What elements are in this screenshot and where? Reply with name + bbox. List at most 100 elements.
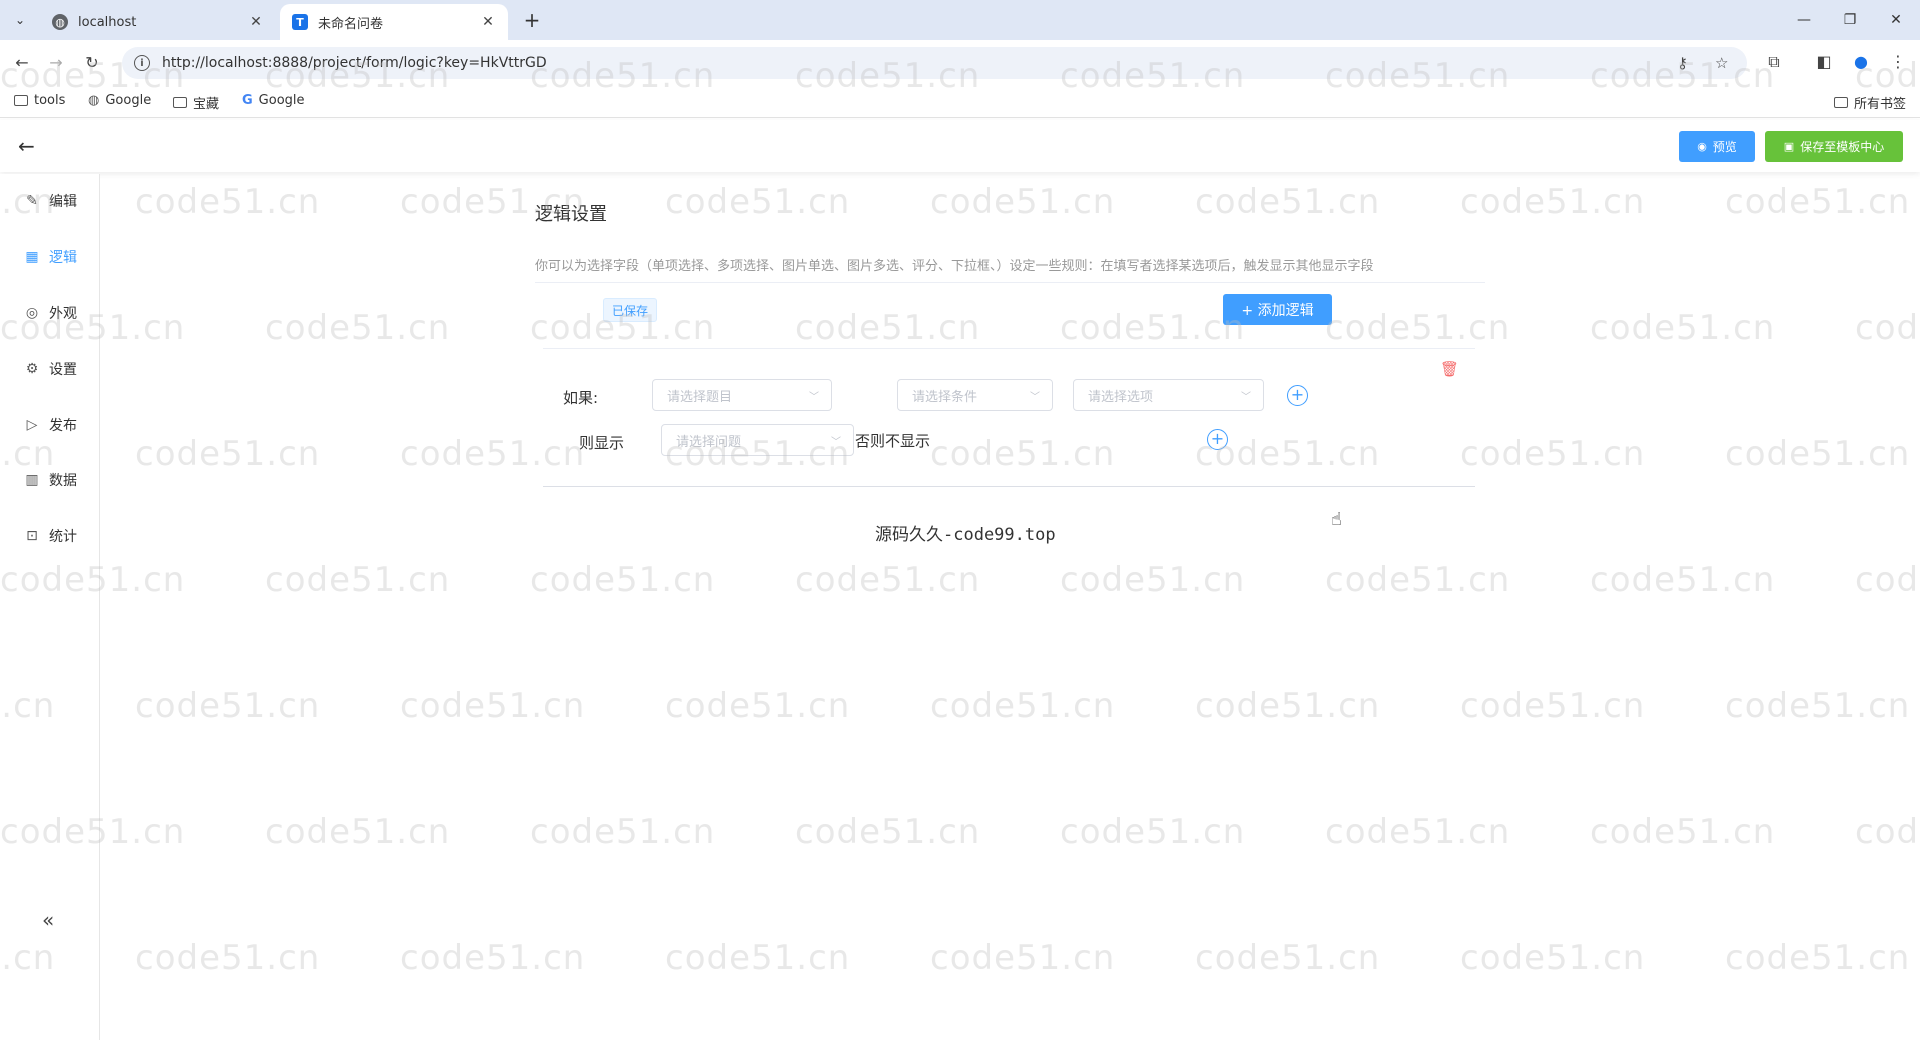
condition-select[interactable]: 请选择条件 ﹀ bbox=[897, 379, 1053, 411]
folder-icon bbox=[173, 97, 187, 108]
watermark-text: code51.cn bbox=[135, 686, 321, 726]
play-icon: ▷ bbox=[26, 417, 38, 433]
watermark-text: code51.cn bbox=[1590, 812, 1776, 852]
sidebar-item-data[interactable]: ▥ 数据 bbox=[24, 470, 77, 490]
new-tab-icon[interactable]: + bbox=[520, 8, 544, 32]
folder-icon bbox=[1834, 97, 1848, 108]
back-icon[interactable]: ← bbox=[10, 50, 34, 74]
hand-cursor-icon: ☝ bbox=[1331, 509, 1342, 530]
watermark-text: code51.cn bbox=[1060, 812, 1246, 852]
bookmark-treasure[interactable]: 宝藏 bbox=[173, 93, 219, 112]
watermark-text: code51.cn bbox=[1590, 560, 1776, 600]
watermark-text: code51.cn bbox=[1855, 308, 1920, 348]
watermark-text: code51.cn bbox=[930, 686, 1116, 726]
reload-icon[interactable]: ↻ bbox=[80, 50, 104, 74]
question-select[interactable]: 请选择题目 ﹀ bbox=[652, 379, 832, 411]
watermark-text: code51.cn bbox=[1060, 308, 1246, 348]
browser-tab-bar: ⌄ ◍ localhost ✕ T 未命名问卷 ✕ + — ❐ ✕ bbox=[0, 0, 1920, 40]
browser-tab-form[interactable]: T 未命名问卷 ✕ bbox=[280, 4, 508, 40]
globe-icon: ◍ bbox=[52, 14, 68, 30]
stats-icon: ⊡ bbox=[26, 528, 38, 544]
chevron-down-icon: ﹀ bbox=[831, 437, 841, 448]
folder-icon bbox=[14, 95, 28, 106]
address-bar[interactable]: i http://localhost:8888/project/form/log… bbox=[122, 47, 1747, 79]
form-favicon-icon: T bbox=[292, 14, 308, 30]
add-logic-button[interactable]: + 添加逻辑 bbox=[1223, 294, 1332, 325]
delete-rule-icon[interactable]: 🗑 bbox=[1440, 360, 1459, 378]
bookmark-google[interactable]: ◍ Google bbox=[88, 93, 151, 108]
watermark-text: code51.cn bbox=[1460, 938, 1646, 978]
extensions-icon[interactable]: ⧉ bbox=[1763, 52, 1785, 72]
sidebar-item-settings[interactable]: ⚙ 设置 bbox=[24, 359, 77, 379]
eye-icon: ◉ bbox=[1697, 140, 1707, 153]
grid-icon: ▦ bbox=[25, 249, 39, 265]
add-condition-icon[interactable]: + bbox=[1287, 385, 1308, 406]
watermark-text: code51.cn bbox=[1460, 434, 1646, 474]
all-bookmarks[interactable]: 所有书签 bbox=[1834, 93, 1906, 112]
watermark-text: code51.cn bbox=[795, 812, 981, 852]
back-arrow-icon[interactable]: ← bbox=[18, 134, 35, 158]
else-hide-label: 否则不显示 bbox=[855, 432, 931, 450]
bookmark-tools[interactable]: tools bbox=[14, 93, 65, 108]
watermark-text: code51.cn bbox=[530, 560, 716, 600]
menu-kebab-icon[interactable]: ⋮ bbox=[1887, 52, 1909, 71]
preview-button[interactable]: ◉ 预览 bbox=[1679, 131, 1755, 162]
collapse-sidebar-icon[interactable]: « bbox=[42, 908, 54, 932]
then-show-label: 则显示 bbox=[579, 434, 625, 452]
site-info-icon[interactable]: i bbox=[134, 55, 150, 71]
browser-tab-localhost[interactable]: ◍ localhost ✕ bbox=[40, 4, 276, 40]
minimize-icon[interactable]: — bbox=[1781, 0, 1827, 40]
watermark-text: code51.cn bbox=[1195, 938, 1381, 978]
watermark-text: code51.cn bbox=[135, 434, 321, 474]
logic-description: 你可以为选择字段（单项选择、多项选择、图片单选、图片多选、评分、下拉框、）设定一… bbox=[535, 259, 1374, 274]
password-key-icon[interactable]: ⚷ bbox=[1677, 54, 1688, 72]
sidebar-item-appearance[interactable]: ◎ 外观 bbox=[24, 303, 77, 323]
forward-icon[interactable]: → bbox=[44, 50, 68, 74]
tab-search-chevron-icon[interactable]: ⌄ bbox=[8, 8, 32, 32]
sidebar-item-edit[interactable]: ✎ 编辑 bbox=[24, 191, 77, 211]
sidebar-item-stats[interactable]: ⊡ 统计 bbox=[24, 526, 77, 546]
if-label: 如果: bbox=[563, 389, 599, 407]
restore-icon[interactable]: ❐ bbox=[1827, 0, 1873, 40]
page-title: 逻辑设置 bbox=[535, 204, 607, 225]
sidebar-item-logic[interactable]: ▦ 逻辑 bbox=[24, 247, 77, 267]
watermark-text: code51.cn bbox=[930, 938, 1116, 978]
show-question-select[interactable]: 请选择问题 ﹀ bbox=[661, 424, 854, 456]
side-panel-icon[interactable]: ◧ bbox=[1813, 52, 1835, 71]
tab-title: 未命名问卷 bbox=[318, 16, 384, 32]
bookmark-google-2[interactable]: G Google bbox=[242, 93, 305, 108]
close-tab-icon[interactable]: ✕ bbox=[248, 14, 264, 30]
globe-icon: ◍ bbox=[88, 93, 100, 108]
edit-icon: ✎ bbox=[26, 193, 38, 209]
watermark-text: code51.cn bbox=[795, 560, 981, 600]
watermark-text: code51.cn bbox=[1725, 434, 1911, 474]
watermark-text: code51.cn bbox=[1325, 812, 1511, 852]
watermark-text: code51.cn bbox=[265, 812, 451, 852]
sidebar: ✎ 编辑 ▦ 逻辑 ◎ 外观 ⚙ 设置 ▷ 发布 ▥ 数据 ⊡ 统计 « bbox=[0, 174, 100, 1040]
option-select[interactable]: 请选择选项 ﹀ bbox=[1073, 379, 1264, 411]
add-show-question-icon[interactable]: + bbox=[1207, 429, 1228, 450]
watermark-text: code51.cn bbox=[400, 686, 586, 726]
gear-icon: ⚙ bbox=[25, 361, 39, 377]
watermark-text: code51.cn bbox=[1590, 308, 1776, 348]
google-icon: G bbox=[242, 93, 253, 108]
watermark-text: code51.cn bbox=[1725, 182, 1911, 222]
watermark-text: code51.cn bbox=[400, 938, 586, 978]
app-header: ← ◉ 预览 ▣ 保存至模板中心 bbox=[0, 120, 1920, 172]
close-tab-icon[interactable]: ✕ bbox=[480, 14, 496, 30]
watermark-text: code51.cn bbox=[1855, 560, 1920, 600]
eye-icon: ◎ bbox=[25, 305, 39, 321]
bookmark-star-icon[interactable]: ☆ bbox=[1715, 54, 1728, 72]
profile-avatar-icon[interactable]: ● bbox=[1850, 52, 1872, 71]
watermark-text: code51.cn bbox=[1325, 308, 1511, 348]
logic-rule-card bbox=[543, 348, 1475, 487]
chevron-down-icon: ﹀ bbox=[1030, 392, 1040, 403]
sidebar-item-publish[interactable]: ▷ 发布 bbox=[24, 415, 77, 435]
watermark-text: code51.cn bbox=[795, 308, 981, 348]
footer-text: 源码久久-code99.top bbox=[875, 525, 1056, 545]
watermark-text: code51.cn bbox=[265, 560, 451, 600]
close-window-icon[interactable]: ✕ bbox=[1873, 0, 1919, 40]
watermark-text: code51.cn bbox=[665, 686, 851, 726]
bar-chart-icon: ▥ bbox=[25, 472, 39, 488]
save-to-template-button[interactable]: ▣ 保存至模板中心 bbox=[1765, 131, 1903, 162]
